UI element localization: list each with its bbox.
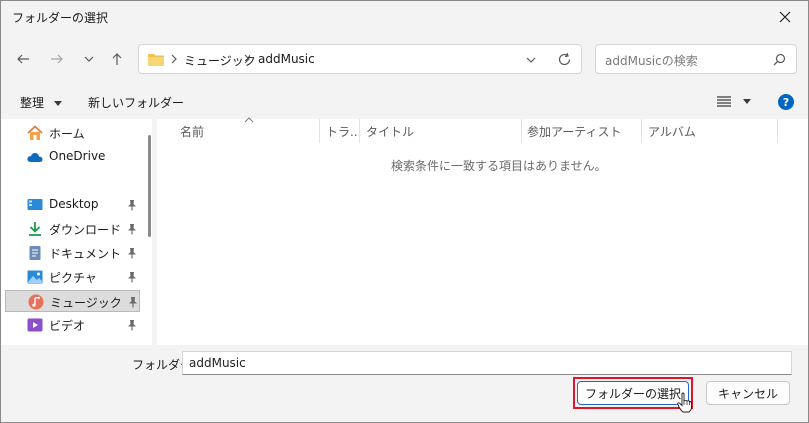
column-header-album[interactable]: アルバム (648, 123, 696, 140)
list-view-icon (717, 96, 731, 107)
help-button[interactable]: ? (778, 94, 794, 113)
address-bar[interactable]: ミュージック addMusic (138, 44, 582, 74)
up-button[interactable] (107, 49, 127, 69)
select-folder-button[interactable]: フォルダーの選択 (577, 381, 689, 405)
sidebar-item-label: Desktop (49, 197, 99, 211)
chevron-right-icon (171, 54, 177, 64)
sidebar-item-desktop[interactable]: Desktop (5, 194, 140, 216)
sidebar-item-downloads[interactable]: ダウンロード (5, 218, 140, 240)
column-divider[interactable] (319, 119, 320, 143)
forward-button[interactable] (47, 49, 67, 69)
sidebar-item-label: ホーム (49, 127, 85, 141)
chevron-right-icon (244, 54, 250, 64)
arrow-right-icon (51, 54, 63, 64)
sidebar-item-documents[interactable]: ドキュメント (5, 242, 140, 264)
caret-down-icon (742, 99, 751, 104)
back-button[interactable] (13, 49, 33, 69)
breadcrumb-addmusic[interactable]: addMusic (258, 52, 315, 66)
view-options-button[interactable] (717, 96, 751, 110)
close-icon (779, 11, 791, 23)
close-button[interactable] (762, 1, 808, 33)
sidebar-item-label: ピクチャ (49, 271, 97, 285)
chevron-down-icon (84, 56, 94, 62)
sidebar-item-music[interactable]: ミュージック (5, 290, 140, 312)
pin-icon[interactable] (127, 319, 137, 331)
pin-icon[interactable] (128, 296, 138, 308)
folder-select-dialog: フォルダーの選択 ミュージック addMusic addMusicの検索 整理 … (0, 0, 809, 423)
sidebar-item-label: ミュージック (50, 296, 122, 310)
sidebar-item-pictures[interactable]: ピクチャ (5, 266, 140, 288)
file-list: 名前 トラ... タイトル 参加アーティスト アルバム 検索条件に一致する項目は… (157, 117, 808, 345)
column-divider[interactable] (777, 119, 778, 143)
column-divider[interactable] (641, 119, 642, 143)
column-divider[interactable] (521, 119, 522, 143)
recent-locations-button[interactable] (79, 49, 99, 69)
arrow-up-icon (112, 53, 122, 65)
navigation-bar: ミュージック addMusic addMusicの検索 (1, 41, 808, 77)
svg-text:?: ? (783, 96, 789, 109)
sidebar-item-label: ビデオ (49, 319, 86, 333)
search-box[interactable]: addMusicの検索 (595, 44, 797, 74)
column-header-artist[interactable]: 参加アーティスト (527, 123, 622, 140)
download-icon (29, 222, 41, 236)
chevron-down-icon[interactable] (526, 55, 536, 65)
pictures-icon (27, 270, 43, 284)
pin-icon[interactable] (127, 223, 137, 235)
document-icon (29, 246, 41, 260)
sort-ascending-icon (244, 117, 254, 123)
column-header-name[interactable]: 名前 (180, 123, 204, 140)
sidebar-item-onedrive[interactable]: OneDrive (5, 146, 140, 168)
command-bar: 整理 新しいフォルダー ? (1, 87, 808, 117)
pin-icon[interactable] (127, 199, 137, 211)
video-icon (27, 318, 43, 332)
folder-icon (148, 54, 164, 66)
sidebar-item-label: OneDrive (49, 149, 106, 163)
sidebar-item-home[interactable]: ホーム (5, 122, 140, 144)
caret-down-icon (53, 100, 62, 106)
cancel-button[interactable]: キャンセル (706, 381, 790, 405)
sidebar-item-label: ドキュメント (49, 247, 122, 261)
navigation-pane: ホーム OneDrive Desktop ダウンロード ドキュメント ピクチャ (1, 119, 152, 345)
column-header-track[interactable]: トラ... (326, 123, 361, 140)
hand-cursor-icon (677, 392, 692, 413)
search-input[interactable]: addMusicの検索 (605, 52, 698, 69)
empty-message: 検索条件に一致する項目はありません。 (391, 159, 607, 173)
window-title: フォルダーの選択 (12, 11, 109, 25)
column-header-title[interactable]: タイトル (366, 123, 414, 140)
arrow-left-icon (17, 54, 29, 64)
sidebar-scrollbar[interactable] (148, 135, 151, 237)
folder-input[interactable]: addMusic (182, 351, 792, 375)
music-icon (28, 294, 44, 310)
refresh-icon[interactable] (557, 52, 572, 67)
new-folder-button[interactable]: 新しいフォルダー (88, 94, 184, 111)
home-icon (27, 125, 43, 140)
column-divider[interactable] (359, 119, 360, 143)
search-icon (773, 53, 786, 66)
sidebar-item-videos[interactable]: ビデオ (5, 314, 140, 336)
pin-icon[interactable] (127, 271, 137, 283)
sidebar-item-label: ダウンロード (49, 223, 122, 237)
cloud-icon (27, 152, 43, 162)
help-icon: ? (778, 94, 794, 110)
organize-button[interactable]: 整理 (20, 94, 62, 111)
title-bar: フォルダーの選択 (1, 1, 808, 33)
organize-label: 整理 (20, 96, 45, 110)
folder-input-value: addMusic (189, 356, 246, 370)
desktop-icon (27, 199, 43, 210)
pin-icon[interactable] (127, 247, 137, 259)
